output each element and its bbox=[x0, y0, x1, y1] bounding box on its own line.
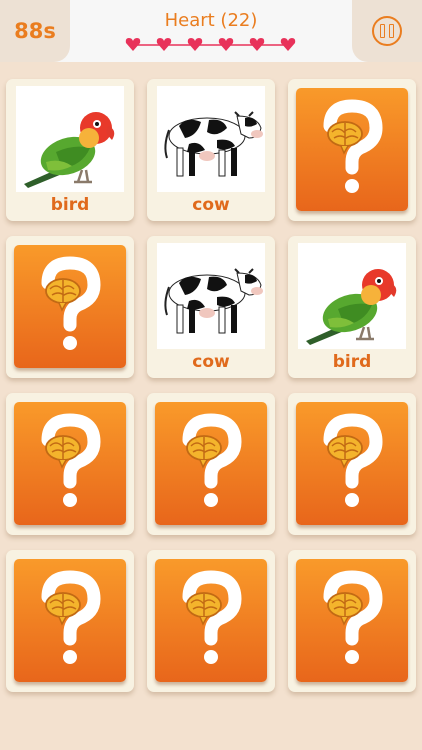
bird-image bbox=[16, 86, 124, 192]
heart-icon bbox=[249, 38, 265, 51]
question-brain-icon bbox=[300, 98, 404, 202]
question-brain-icon bbox=[18, 255, 122, 359]
card-back bbox=[14, 245, 126, 368]
question-brain-icon bbox=[18, 569, 122, 673]
top-bar: 88s Heart (22) bbox=[0, 0, 422, 62]
timer-text: 88s bbox=[14, 19, 56, 43]
lives-indicator bbox=[125, 38, 296, 51]
pause-panel bbox=[352, 0, 422, 62]
pause-icon bbox=[380, 24, 394, 38]
memory-card[interactable] bbox=[147, 550, 275, 692]
memory-card[interactable]: cow bbox=[147, 236, 275, 378]
card-back bbox=[14, 402, 126, 525]
heart-icon bbox=[125, 38, 141, 51]
memory-card[interactable] bbox=[6, 393, 134, 535]
level-title: Heart (22) bbox=[164, 10, 258, 31]
card-back bbox=[155, 402, 267, 525]
card-back bbox=[296, 402, 408, 525]
timer-panel: 88s bbox=[0, 0, 70, 62]
card-back bbox=[14, 559, 126, 682]
memory-card[interactable]: cow bbox=[147, 79, 275, 221]
memory-card[interactable] bbox=[288, 79, 416, 221]
card-label: cow bbox=[192, 352, 230, 372]
memory-card[interactable] bbox=[6, 550, 134, 692]
memory-card[interactable] bbox=[147, 393, 275, 535]
question-brain-icon bbox=[159, 569, 263, 673]
question-brain-icon bbox=[159, 412, 263, 516]
memory-card[interactable] bbox=[288, 550, 416, 692]
heart-icon bbox=[280, 38, 296, 51]
question-brain-icon bbox=[300, 412, 404, 516]
heart-icon bbox=[187, 38, 203, 51]
heart-icon bbox=[218, 38, 234, 51]
bird-image bbox=[298, 243, 406, 349]
card-label: bird bbox=[50, 195, 90, 215]
cow-image bbox=[157, 243, 265, 349]
heart-icon bbox=[156, 38, 172, 51]
cow-image bbox=[157, 86, 265, 192]
card-back bbox=[296, 559, 408, 682]
pause-button[interactable] bbox=[372, 16, 402, 46]
memory-card[interactable] bbox=[288, 393, 416, 535]
card-label: bird bbox=[332, 352, 372, 372]
card-back bbox=[155, 559, 267, 682]
question-brain-icon bbox=[300, 569, 404, 673]
card-back bbox=[296, 88, 408, 211]
memory-card[interactable]: bird bbox=[288, 236, 416, 378]
card-label: cow bbox=[192, 195, 230, 215]
question-brain-icon bbox=[18, 412, 122, 516]
memory-card[interactable] bbox=[6, 236, 134, 378]
memory-card[interactable]: bird bbox=[6, 79, 134, 221]
